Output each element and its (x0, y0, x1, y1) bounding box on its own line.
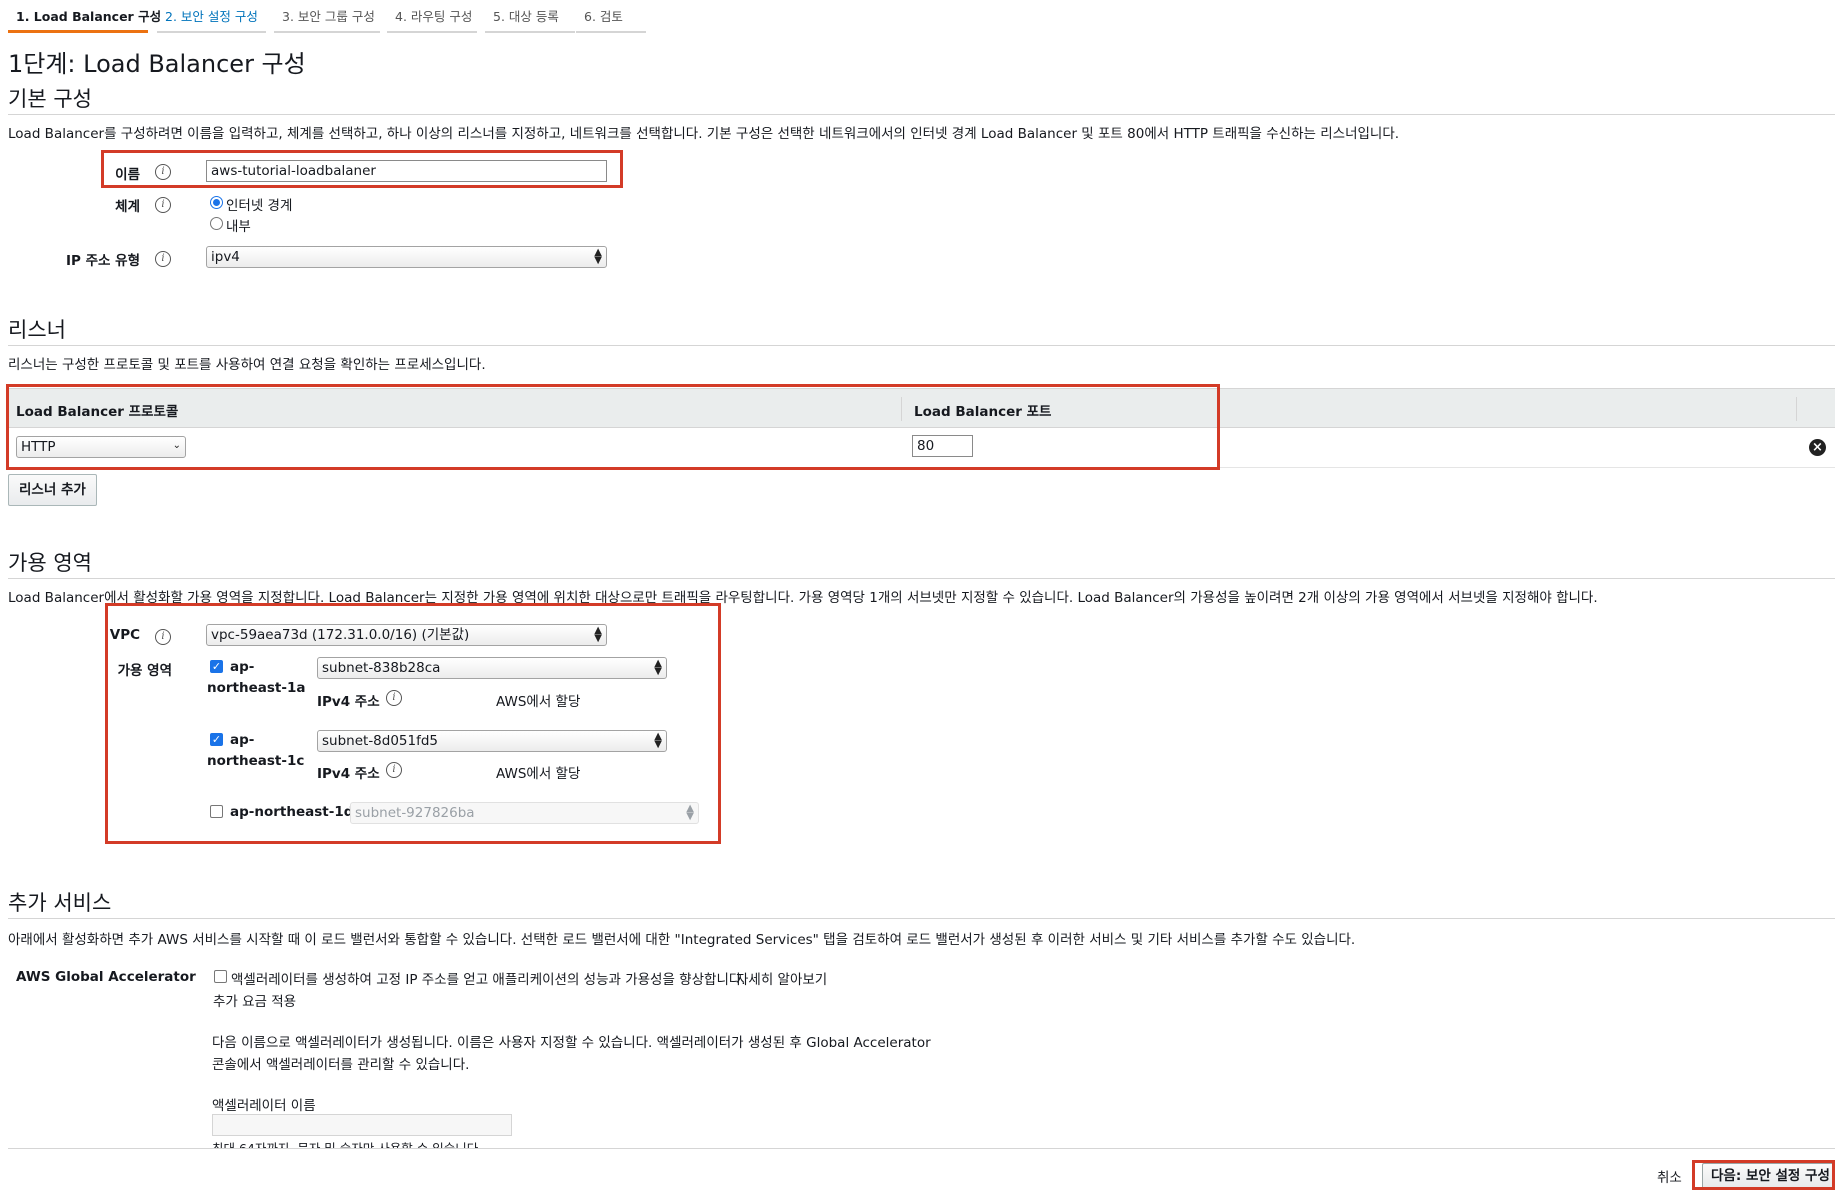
zone-1d-name: ap-northeast-1d (230, 804, 354, 820)
zone-1c-checkbox[interactable]: ✓ (210, 733, 223, 746)
protocol-select[interactable]: HTTP ⌄ (16, 436, 186, 458)
divider (8, 578, 1835, 579)
select-arrows-icon: ▲ ▼ (686, 803, 694, 822)
ga-note-line2: 콘솔에서 액셀러레이터를 관리할 수 있습니다. (212, 1057, 470, 1073)
tab-step-6[interactable]: 6. 검토 (576, 0, 646, 33)
column-header-port: Load Balancer 포트 (914, 404, 1052, 420)
column-separator (901, 397, 902, 421)
select-arrows-icon: ▲ ▼ (594, 625, 602, 644)
wizard-footer: 취소 다음: 보안 설정 구성 (8, 1148, 1835, 1200)
section-title-availability-zones: 가용 영역 (8, 551, 92, 575)
zone-1a-subnet-select[interactable]: subnet-838b28ca ▲ ▼ (317, 657, 667, 679)
chevron-down-icon: ⌄ (172, 440, 181, 451)
global-accelerator-checkbox-text: 액셀러레이터를 생성하여 고정 IP 주소를 얻고 애플리케이션의 성능과 가용… (231, 972, 746, 988)
basic-description: Load Balancer를 구성하려면 이름을 입력하고, 체계를 선택하고,… (8, 126, 1400, 142)
zone-1a-subnet-value: subnet-838b28ca (322, 660, 441, 676)
vpc-label: VPC (109, 627, 140, 643)
select-arrows-icon: ▲ ▼ (654, 731, 662, 750)
ip-type-value: ipv4 (211, 249, 240, 265)
zones-label: 가용 영역 (117, 663, 172, 679)
name-input[interactable]: aws-tutorial-loadbalaner (206, 160, 607, 182)
ga-note-line1: 다음 이름으로 액셀러레이터가 생성됩니다. 이름은 사용자 지정할 수 있습니… (212, 1035, 931, 1051)
zone-1a-name-line1: ap- (230, 659, 255, 675)
tab-step-2[interactable]: 2. 보안 설정 구성 (157, 0, 266, 33)
zone-1a-ipv4-label: IPv4 주소 (317, 694, 380, 710)
learn-more-link[interactable]: 자세히 알아보기 (736, 968, 827, 988)
listener-row: HTTP ⌄ 80 × (8, 428, 1835, 468)
info-icon[interactable]: i (386, 762, 402, 778)
info-icon[interactable]: i (386, 690, 402, 706)
select-arrows-icon: ▲ ▼ (594, 247, 602, 266)
divider (8, 114, 1835, 115)
listeners-description: 리스너는 구성한 프로토콜 및 포트를 사용하여 연결 요청을 확인하는 프로세… (8, 357, 486, 373)
zone-1c-ipv4-value: AWS에서 할당 (496, 766, 581, 782)
zone-1c-subnet-select[interactable]: subnet-8d051fd5 ▲ ▼ (317, 730, 667, 752)
cancel-link[interactable]: 취소 (1657, 1166, 1682, 1186)
vpc-select[interactable]: vpc-59aea73d (172.31.0.0/16) (기본값) ▲ ▼ (206, 624, 607, 646)
ip-type-select[interactable]: ipv4 ▲ ▼ (206, 246, 607, 268)
page-title: 1단계: Load Balancer 구성 (8, 50, 306, 78)
scheme-internal-label: 내부 (226, 219, 251, 235)
info-icon[interactable]: i (155, 164, 171, 180)
name-label: 이름 (115, 167, 140, 183)
zone-1d-subnet-value: subnet-927826ba (355, 805, 475, 821)
zone-1c-name-line2: northeast-1c (207, 753, 305, 769)
zone-1d-subnet-select: subnet-927826ba ▲ ▼ (350, 802, 699, 824)
port-input[interactable]: 80 (912, 435, 973, 457)
extra-charge-link[interactable]: 추가 요금 적용 (213, 990, 296, 1010)
protocol-value: HTTP (21, 439, 56, 455)
az-description: Load Balancer에서 활성화할 가용 영역을 지정합니다. Load … (8, 590, 1598, 606)
column-separator (1796, 397, 1797, 421)
add-listener-button[interactable]: 리스너 추가 (8, 474, 97, 506)
global-accelerator-checkbox[interactable] (214, 970, 227, 983)
scheme-internet-facing-radio[interactable] (210, 196, 223, 209)
zone-1a-ipv4-value: AWS에서 할당 (496, 694, 581, 710)
zone-1c-name-line1: ap- (230, 732, 255, 748)
zone-1c-ipv4-label: IPv4 주소 (317, 766, 380, 782)
vpc-value: vpc-59aea73d (172.31.0.0/16) (기본값) (211, 627, 470, 643)
scheme-internet-facing-label: 인터넷 경계 (226, 198, 293, 214)
divider (8, 918, 1835, 919)
column-header-protocol: Load Balancer 프로토콜 (16, 404, 179, 420)
scheme-internal-radio[interactable] (210, 217, 223, 230)
tab-step-5[interactable]: 5. 대상 등록 (485, 0, 575, 33)
scheme-label: 체계 (115, 199, 140, 215)
section-title-basic: 기본 구성 (8, 87, 92, 111)
accelerator-name-input[interactable] (212, 1114, 512, 1136)
ip-type-label: IP 주소 유형 (66, 253, 140, 269)
info-icon[interactable]: i (155, 251, 171, 267)
accelerator-name-constraint: 최대 64자까지, 문자 및 숫자만 사용할 수 있습니다. (212, 1138, 482, 1148)
zone-1a-name-line2: northeast-1a (207, 680, 306, 696)
info-icon[interactable]: i (155, 629, 171, 645)
select-arrows-icon: ▲ ▼ (654, 658, 662, 677)
info-icon[interactable]: i (155, 197, 171, 213)
accelerator-name-label: 액셀러레이터 이름 (212, 1098, 316, 1114)
zone-1d-checkbox[interactable] (210, 805, 223, 818)
section-title-addons: 추가 서비스 (8, 891, 112, 915)
global-accelerator-label: AWS Global Accelerator (16, 969, 196, 985)
zone-1c-subnet-value: subnet-8d051fd5 (322, 733, 439, 749)
next-button[interactable]: 다음: 보안 설정 구성 (1702, 1163, 1835, 1189)
tab-step-3[interactable]: 3. 보안 그룹 구성 (274, 0, 380, 33)
section-title-listeners: 리스너 (8, 318, 66, 342)
zone-1a-checkbox[interactable]: ✓ (210, 660, 223, 673)
listeners-table-header: Load Balancer 프로토콜 Load Balancer 포트 (8, 388, 1835, 428)
remove-listener-icon[interactable]: × (1809, 439, 1826, 456)
divider (8, 345, 1835, 346)
tab-step-4[interactable]: 4. 라우팅 구성 (387, 0, 477, 33)
tab-step-1[interactable]: 1. Load Balancer 구성 (8, 0, 161, 33)
addons-description: 아래에서 활성화하면 추가 AWS 서비스를 시작할 때 이 로드 밸런서와 통… (8, 932, 1356, 948)
